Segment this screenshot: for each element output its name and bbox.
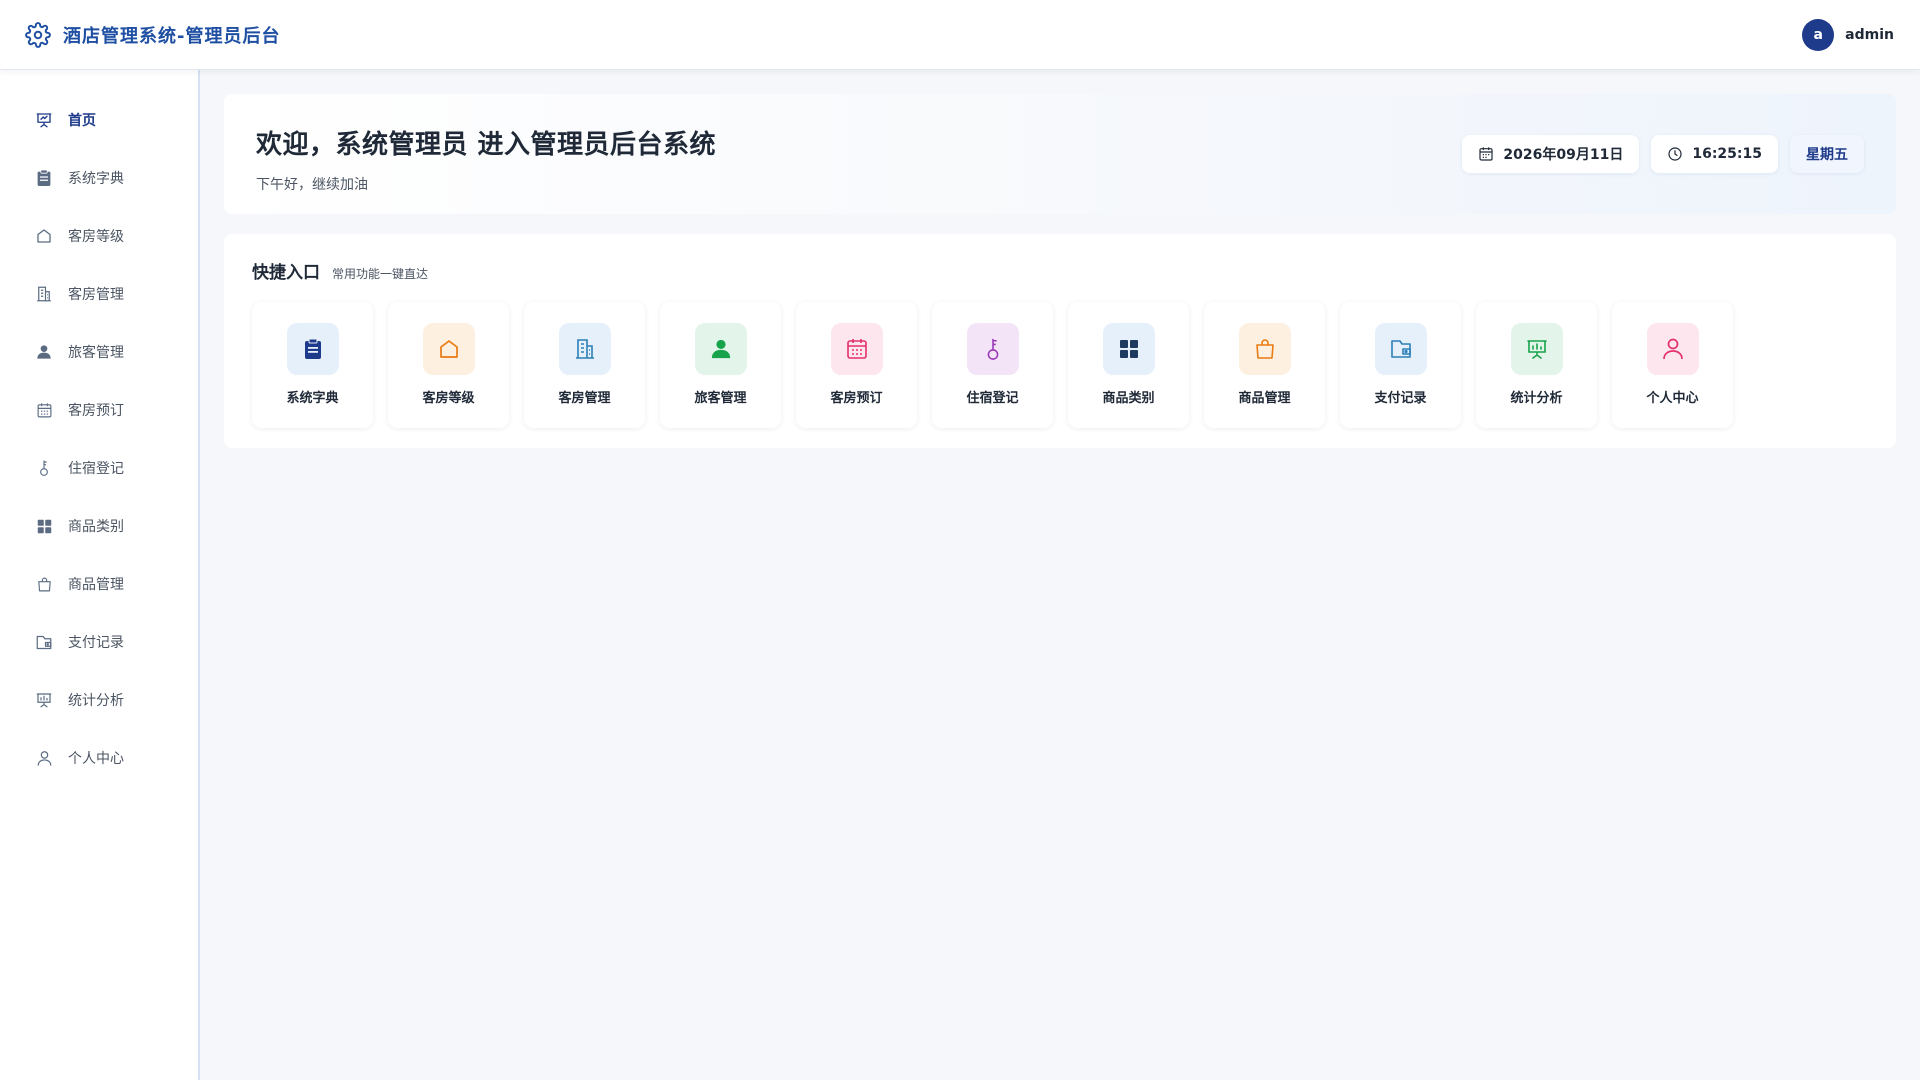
quick-tile-product-management[interactable]: 商品管理: [1204, 302, 1325, 428]
sidebar-item-label: 商品管理: [68, 577, 124, 593]
quick-tile-room-level[interactable]: 客房等级: [388, 302, 509, 428]
quick-tile-label: 客房预订: [830, 391, 883, 406]
quick-access-tiles: 系统字典 客房等级 客房管理 旅客管理 客房预订 住宿登记 商品类别 商品管理 …: [252, 302, 1868, 428]
wallet-icon: [34, 632, 54, 652]
user-icon: [34, 342, 54, 362]
chart-board-icon: [1510, 323, 1563, 375]
quick-tile-label: 系统字典: [286, 391, 339, 406]
time-text: 16:25:15: [1692, 146, 1762, 162]
building-icon: [34, 284, 54, 304]
datetime-chips: 2026年09月11日 16:25:15 星期五: [1462, 135, 1864, 173]
sidebar-item-product-category[interactable]: 商品类别: [0, 497, 198, 555]
sidebar-item-label: 个人中心: [68, 751, 124, 767]
sidebar-item-statistics[interactable]: 统计分析: [0, 671, 198, 729]
sidebar-item-label: 首页: [68, 113, 96, 129]
sidebar-item-label: 旅客管理: [68, 345, 124, 361]
welcome-banner: 欢迎，系统管理员 进入管理员后台系统 下午好，继续加油 2026年09月11日: [224, 94, 1896, 214]
sidebar-item-room-management[interactable]: 客房管理: [0, 265, 198, 323]
quick-tile-label: 商品类别: [1102, 391, 1155, 406]
quick-tile-room-booking[interactable]: 客房预订: [796, 302, 917, 428]
quick-access-panel: 快捷入口 常用功能一键直达 系统字典 客房等级 客房管理 旅客管理 客房预订 住…: [224, 234, 1896, 448]
chart-board-icon: [34, 690, 54, 710]
sidebar-item-room-booking[interactable]: 客房预订: [0, 381, 198, 439]
quick-tile-label: 住宿登记: [966, 391, 1019, 406]
sidebar-item-label: 住宿登记: [68, 461, 124, 477]
sidebar-item-payment-records[interactable]: 支付记录: [0, 613, 198, 671]
grid-icon: [34, 516, 54, 536]
user-outline-icon: [34, 748, 54, 768]
sidebar-item-product-management[interactable]: 商品管理: [0, 555, 198, 613]
quick-tile-guest-management[interactable]: 旅客管理: [660, 302, 781, 428]
weekday-text: 星期五: [1806, 147, 1848, 163]
sidebar-item-home[interactable]: 首页: [0, 91, 198, 149]
top-header: 酒店管理系统-管理员后台 a admin: [0, 0, 1920, 70]
calendar-icon: [830, 323, 883, 375]
clipboard-icon: [34, 168, 54, 188]
date-chip: 2026年09月11日: [1462, 135, 1640, 173]
quick-tile-room-management[interactable]: 客房管理: [524, 302, 645, 428]
quick-access-title: 快捷入口: [252, 263, 320, 283]
quick-tile-profile[interactable]: 个人中心: [1612, 302, 1733, 428]
sidebar-item-label: 支付记录: [68, 635, 124, 651]
quick-tile-statistics[interactable]: 统计分析: [1476, 302, 1597, 428]
sidebar-item-label: 商品类别: [68, 519, 124, 535]
quick-tile-label: 个人中心: [1646, 391, 1699, 406]
sidebar-item-room-level[interactable]: 客房等级: [0, 207, 198, 265]
avatar[interactable]: a: [1802, 18, 1835, 51]
gear-icon: [25, 21, 51, 48]
quick-tile-product-category[interactable]: 商品类别: [1068, 302, 1189, 428]
sidebar-item-label: 客房等级: [68, 229, 124, 245]
sidebar: 首页 系统字典 客房等级 客房管理 旅客管理 客房预订 住宿登记 商品类别 商品…: [0, 70, 200, 1080]
sidebar-item-label: 系统字典: [68, 171, 124, 187]
user-outline-icon: [1646, 323, 1699, 375]
sidebar-item-dictionary[interactable]: 系统字典: [0, 149, 198, 207]
user-icon: [694, 323, 747, 375]
quick-tile-dictionary[interactable]: 系统字典: [252, 302, 373, 428]
sidebar-item-check-in[interactable]: 住宿登记: [0, 439, 198, 497]
sidebar-item-label: 客房预订: [68, 403, 124, 419]
shopping-bag-icon: [34, 574, 54, 594]
main-content: 欢迎，系统管理员 进入管理员后台系统 下午好，继续加油 2026年09月11日: [224, 94, 1896, 448]
quick-access-header: 快捷入口 常用功能一键直达: [252, 258, 1868, 283]
calendar-icon: [34, 400, 54, 420]
time-chip: 16:25:15: [1651, 135, 1778, 173]
quick-tile-label: 支付记录: [1374, 391, 1427, 406]
welcome-subtitle: 下午好，继续加油: [256, 177, 368, 193]
brand[interactable]: 酒店管理系统-管理员后台: [25, 21, 281, 48]
clock-icon: [1667, 146, 1683, 162]
quick-tile-check-in[interactable]: 住宿登记: [932, 302, 1053, 428]
home-icon: [422, 323, 475, 375]
date-text: 2026年09月11日: [1503, 147, 1624, 163]
calendar-icon: [1478, 146, 1494, 162]
username[interactable]: admin: [1845, 27, 1894, 43]
sidebar-item-label: 客房管理: [68, 287, 124, 303]
quick-tile-label: 客房等级: [422, 391, 475, 406]
weekday-chip: 星期五: [1790, 135, 1864, 173]
app-title: 酒店管理系统-管理员后台: [63, 25, 281, 47]
quick-access-subtitle: 常用功能一键直达: [332, 267, 429, 281]
home-icon: [34, 226, 54, 246]
quick-tile-label: 旅客管理: [694, 391, 747, 406]
presentation-board-icon: [34, 110, 54, 130]
quick-tile-label: 统计分析: [1510, 391, 1563, 406]
user-menu[interactable]: a admin: [1802, 18, 1894, 51]
clipboard-icon: [286, 323, 339, 375]
grid-icon: [1102, 323, 1155, 375]
key-icon: [34, 458, 54, 478]
quick-tile-payment-records[interactable]: 支付记录: [1340, 302, 1461, 428]
sidebar-item-label: 统计分析: [68, 693, 124, 709]
sidebar-item-profile[interactable]: 个人中心: [0, 729, 198, 787]
quick-tile-label: 商品管理: [1238, 391, 1291, 406]
sidebar-item-guest-management[interactable]: 旅客管理: [0, 323, 198, 381]
building-icon: [558, 323, 611, 375]
key-icon: [966, 323, 1019, 375]
shopping-bag-icon: [1238, 323, 1291, 375]
quick-tile-label: 客房管理: [558, 391, 611, 406]
wallet-icon: [1374, 323, 1427, 375]
